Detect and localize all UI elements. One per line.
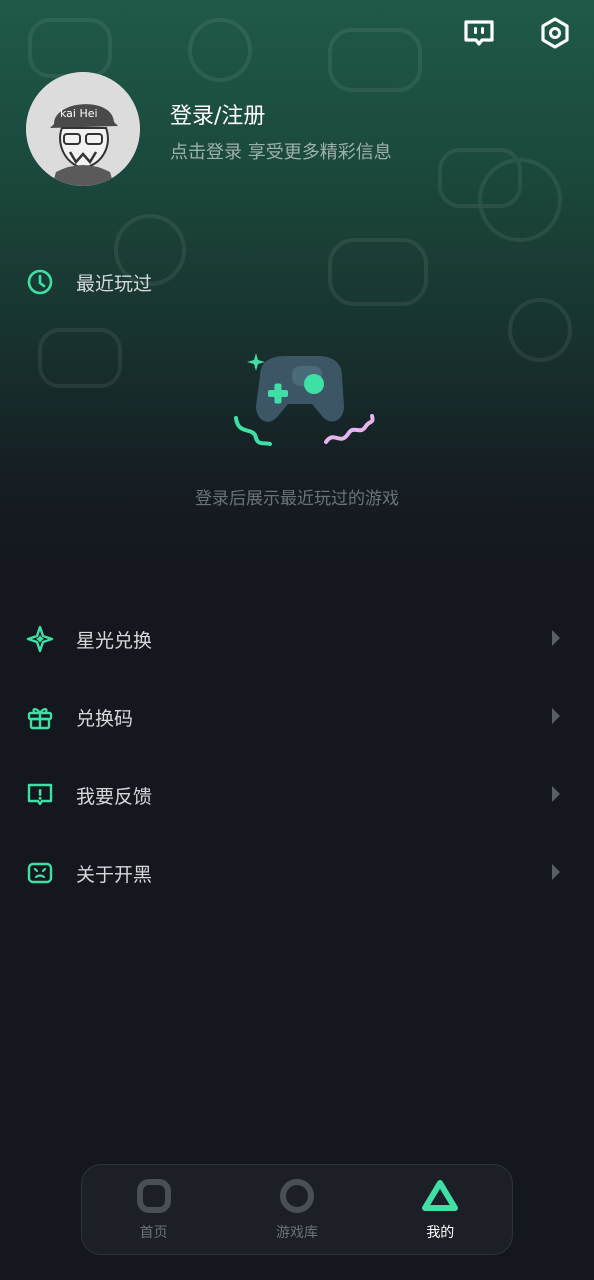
about-icon-wrap <box>26 859 54 887</box>
chevron-right-icon <box>552 786 560 802</box>
home-square-icon <box>136 1178 171 1213</box>
library-circle-icon <box>279 1178 314 1213</box>
login-title[interactable]: 登录/注册 <box>170 98 265 130</box>
menu-item-label: 星光兑换 <box>76 629 153 652</box>
gift-icon-wrap <box>26 703 54 731</box>
tab-profile[interactable]: 我的 <box>380 1178 500 1242</box>
tab-game-library[interactable]: 游戏库 <box>237 1178 357 1242</box>
settings-button[interactable] <box>536 14 574 52</box>
tab-label: 首页 <box>139 1224 168 1241</box>
menu-item-label: 兑换码 <box>76 707 134 730</box>
profile-triangle-icon <box>422 1179 459 1211</box>
starlight-icon-wrap <box>26 625 54 653</box>
tab-label: 游戏库 <box>275 1224 318 1241</box>
feedback-icon <box>27 783 53 806</box>
menu-item-starlight-exchange[interactable]: 星光兑换 <box>0 600 594 678</box>
chevron-right-icon <box>552 708 560 724</box>
message-button[interactable] <box>460 14 498 52</box>
menu-item-feedback[interactable]: 我要反馈 <box>0 756 594 834</box>
chevron-right-icon <box>552 630 560 646</box>
menu-item-label: 关于开黑 <box>76 863 153 886</box>
feedback-icon-wrap <box>26 781 54 809</box>
gift-icon <box>27 708 53 730</box>
menu-item-label: 我要反馈 <box>76 785 153 808</box>
recent-empty-text: 登录后展示最近玩过的游戏 <box>195 489 399 509</box>
starlight-icon <box>26 625 54 653</box>
recent-played-header: 最近玩过 <box>26 268 152 296</box>
avatar[interactable]: kai Hei <box>26 72 140 186</box>
menu-item-about[interactable]: 关于开黑 <box>0 834 594 912</box>
gamepad-illustration <box>234 353 375 446</box>
login-subtitle[interactable]: 点击登录 享受更多精彩信息 <box>170 138 392 164</box>
message-icon <box>464 20 494 46</box>
menu-item-redeem-code[interactable]: 兑换码 <box>0 678 594 756</box>
bottom-tab-bar: 首页 游戏库 我的 <box>81 1164 513 1255</box>
settings-menu: 星光兑换 兑换码 我要反馈 关于开黑 <box>0 600 594 912</box>
about-icon <box>27 862 53 884</box>
tab-home[interactable]: 首页 <box>94 1178 214 1242</box>
avatar-logo-text: kai Hei <box>60 107 98 120</box>
tab-label: 我的 <box>426 1224 455 1241</box>
avatar-illustration: kai Hei <box>26 72 140 186</box>
settings-icon <box>541 17 569 49</box>
chevron-right-icon <box>552 864 560 880</box>
recent-played-label: 最近玩过 <box>76 272 153 295</box>
clock-icon <box>27 269 53 295</box>
